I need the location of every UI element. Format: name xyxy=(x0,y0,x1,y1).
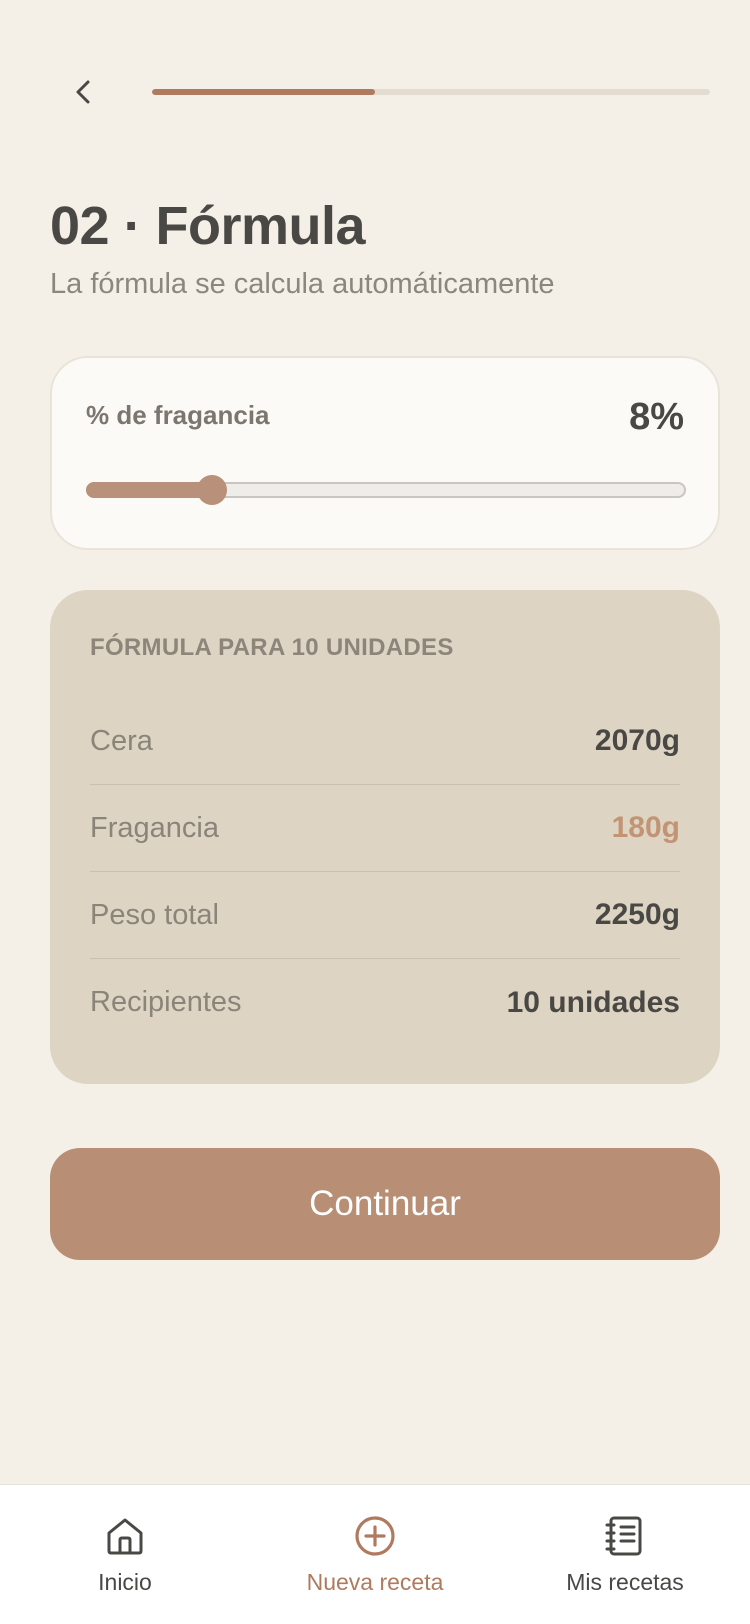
fragrance-slider[interactable] xyxy=(86,475,686,505)
fragrance-card: % de fragancia 8% xyxy=(50,356,720,550)
plus-circle-icon xyxy=(355,1516,395,1556)
nav-item-mis-recetas[interactable]: Mis recetas xyxy=(500,1485,750,1624)
formula-row-fragancia: Fragancia 180g xyxy=(90,785,680,872)
home-icon xyxy=(107,1518,143,1555)
formula-rows: Cera 2070g Fragancia 180g Peso total 225… xyxy=(90,698,680,1046)
row-label: Recipientes xyxy=(90,986,242,1018)
bottom-nav: Inicio Nueva receta Mis recetas xyxy=(0,1484,750,1624)
nav-label: Mis recetas xyxy=(566,1569,684,1595)
nav-label: Nueva receta xyxy=(306,1569,444,1595)
slider-thumb[interactable] xyxy=(197,475,227,505)
nav-item-inicio[interactable]: Inicio xyxy=(0,1485,250,1624)
row-value: 2250g xyxy=(594,898,680,931)
formula-row-recipientes: Recipientes 10 unidades xyxy=(90,959,680,1046)
formula-row-peso-total: Peso total 2250g xyxy=(90,872,680,959)
slider-fill xyxy=(86,482,212,498)
page-subtitle: La fórmula se calcula automáticamente xyxy=(50,268,555,300)
row-value: 10 unidades xyxy=(506,985,680,1019)
page-title: 02 · Fórmula xyxy=(50,196,366,256)
row-label: Fragancia xyxy=(90,811,219,844)
step-progress-bar xyxy=(152,89,710,95)
nav-label: Inicio xyxy=(98,1569,152,1595)
fragrance-label: % de fragancia xyxy=(86,400,270,430)
continue-button[interactable]: Continuar xyxy=(50,1148,720,1260)
step-progress-fill xyxy=(152,89,376,95)
row-value: 2070g xyxy=(594,724,680,757)
row-label: Peso total xyxy=(90,898,219,931)
nav-item-nueva-receta[interactable]: Nueva receta xyxy=(250,1485,500,1624)
notebook-icon xyxy=(605,1516,642,1556)
formula-row-cera: Cera 2070g xyxy=(90,698,680,785)
chevron-left-icon xyxy=(76,80,90,104)
row-label: Cera xyxy=(90,724,153,757)
fragrance-value: 8% xyxy=(629,396,684,438)
formula-card: FÓRMULA PARA 10 UNIDADES Cera 2070g Frag… xyxy=(50,590,720,1084)
formula-screen: 02 · Fórmula La fórmula se calcula autom… xyxy=(0,0,750,1624)
formula-heading: FÓRMULA PARA 10 UNIDADES xyxy=(90,634,454,661)
row-value: 180g xyxy=(611,811,680,844)
back-button[interactable] xyxy=(62,70,106,114)
